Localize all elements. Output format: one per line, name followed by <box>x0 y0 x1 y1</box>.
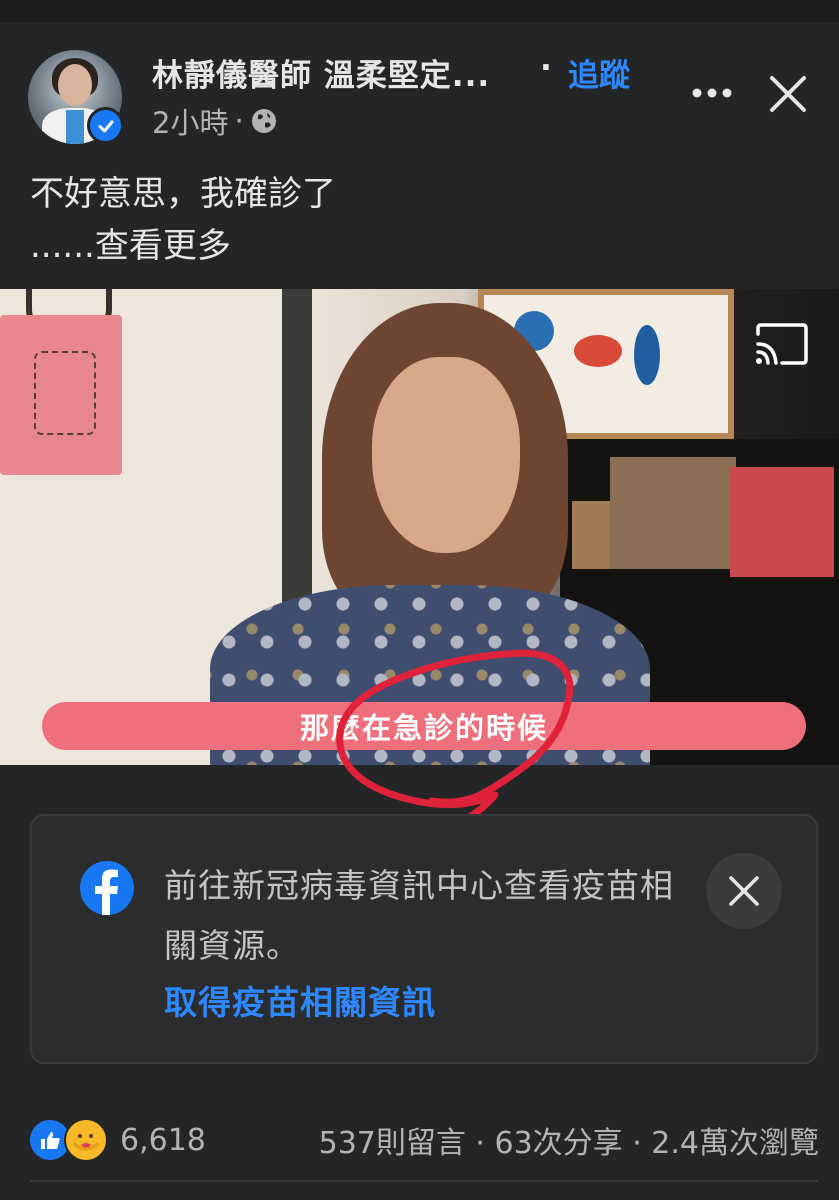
care-reaction-icon <box>64 1118 108 1162</box>
more-options-button[interactable] <box>688 76 736 110</box>
video-caption-bar: 那麼在急診的時候 <box>42 702 806 750</box>
close-button[interactable] <box>766 72 810 116</box>
dismiss-card-button[interactable] <box>706 853 782 929</box>
post-text: 不好意思，我確診了 ......查看更多 <box>30 168 336 272</box>
globe-icon <box>251 109 276 133</box>
speaker-face <box>372 357 520 553</box>
video-player[interactable]: 那麼在急診的時候 <box>0 289 839 765</box>
engagement-stats[interactable]: 537則留言 · 63次分享 · 2.4萬次瀏覽 <box>319 1118 819 1162</box>
meta-separator: · <box>234 104 244 138</box>
follow-button[interactable]: 追蹤 <box>568 50 630 95</box>
reactions-summary[interactable]: 6,618 <box>28 1118 206 1162</box>
top-strip <box>0 0 839 22</box>
covid-info-card: 前往新冠病毒資訊中心查看疫苗相關資源。 取得疫苗相關資訊 <box>30 814 818 1064</box>
footer-divider <box>30 1180 818 1182</box>
cast-icon[interactable] <box>754 322 810 366</box>
info-card-text: 前往新冠病毒資訊中心查看疫苗相關資源。 <box>164 866 674 965</box>
tote-bag <box>0 315 122 475</box>
page-name[interactable]: 林靜儀醫師 溫柔堅定... <box>152 50 490 95</box>
close-icon <box>729 876 759 906</box>
more-icon <box>692 88 732 98</box>
post-text-line: 不好意思，我確診了 <box>30 174 336 214</box>
facebook-icon <box>80 861 134 915</box>
vaccine-info-link[interactable]: 取得疫苗相關資訊 <box>164 976 436 1024</box>
post-meta: 2小時 · <box>152 100 278 142</box>
reaction-count: 6,618 <box>120 1122 206 1158</box>
see-more-link[interactable]: ......查看更多 <box>30 220 336 272</box>
close-icon <box>770 76 806 112</box>
video-caption: 那麼在急診的時候 <box>299 711 548 745</box>
book <box>730 467 834 577</box>
book <box>610 457 736 569</box>
verified-badge-icon <box>87 107 124 144</box>
name-separator: · <box>540 50 552 86</box>
post-time[interactable]: 2小時 <box>152 100 228 142</box>
